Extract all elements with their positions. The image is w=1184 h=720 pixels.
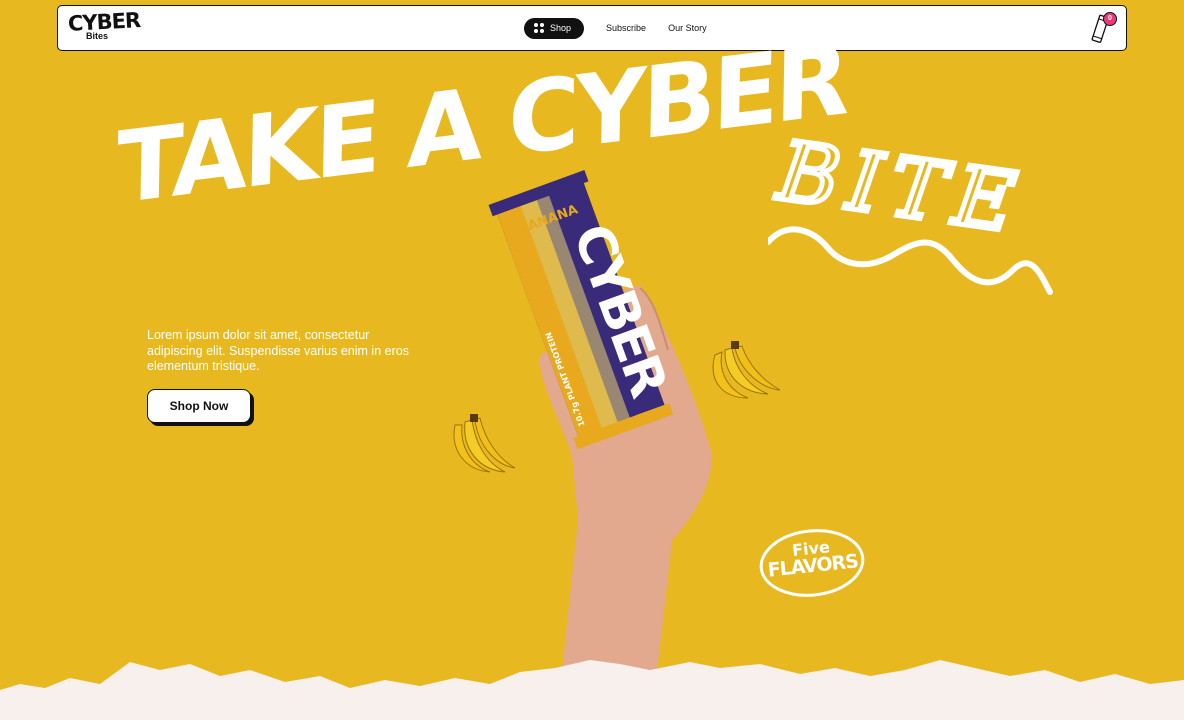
product-bar: BANANA CYBER 10.7g PLANT PROTEIN xyxy=(488,170,678,450)
banana-left-image xyxy=(453,414,516,473)
hero-illustration: BANANA CYBER 10.7g PLANT PROTEIN xyxy=(0,170,1184,720)
torn-paper-edge xyxy=(0,660,1184,720)
banana-right-image xyxy=(712,341,781,399)
five-flavors-badge: Five FLAVORS xyxy=(758,527,866,599)
